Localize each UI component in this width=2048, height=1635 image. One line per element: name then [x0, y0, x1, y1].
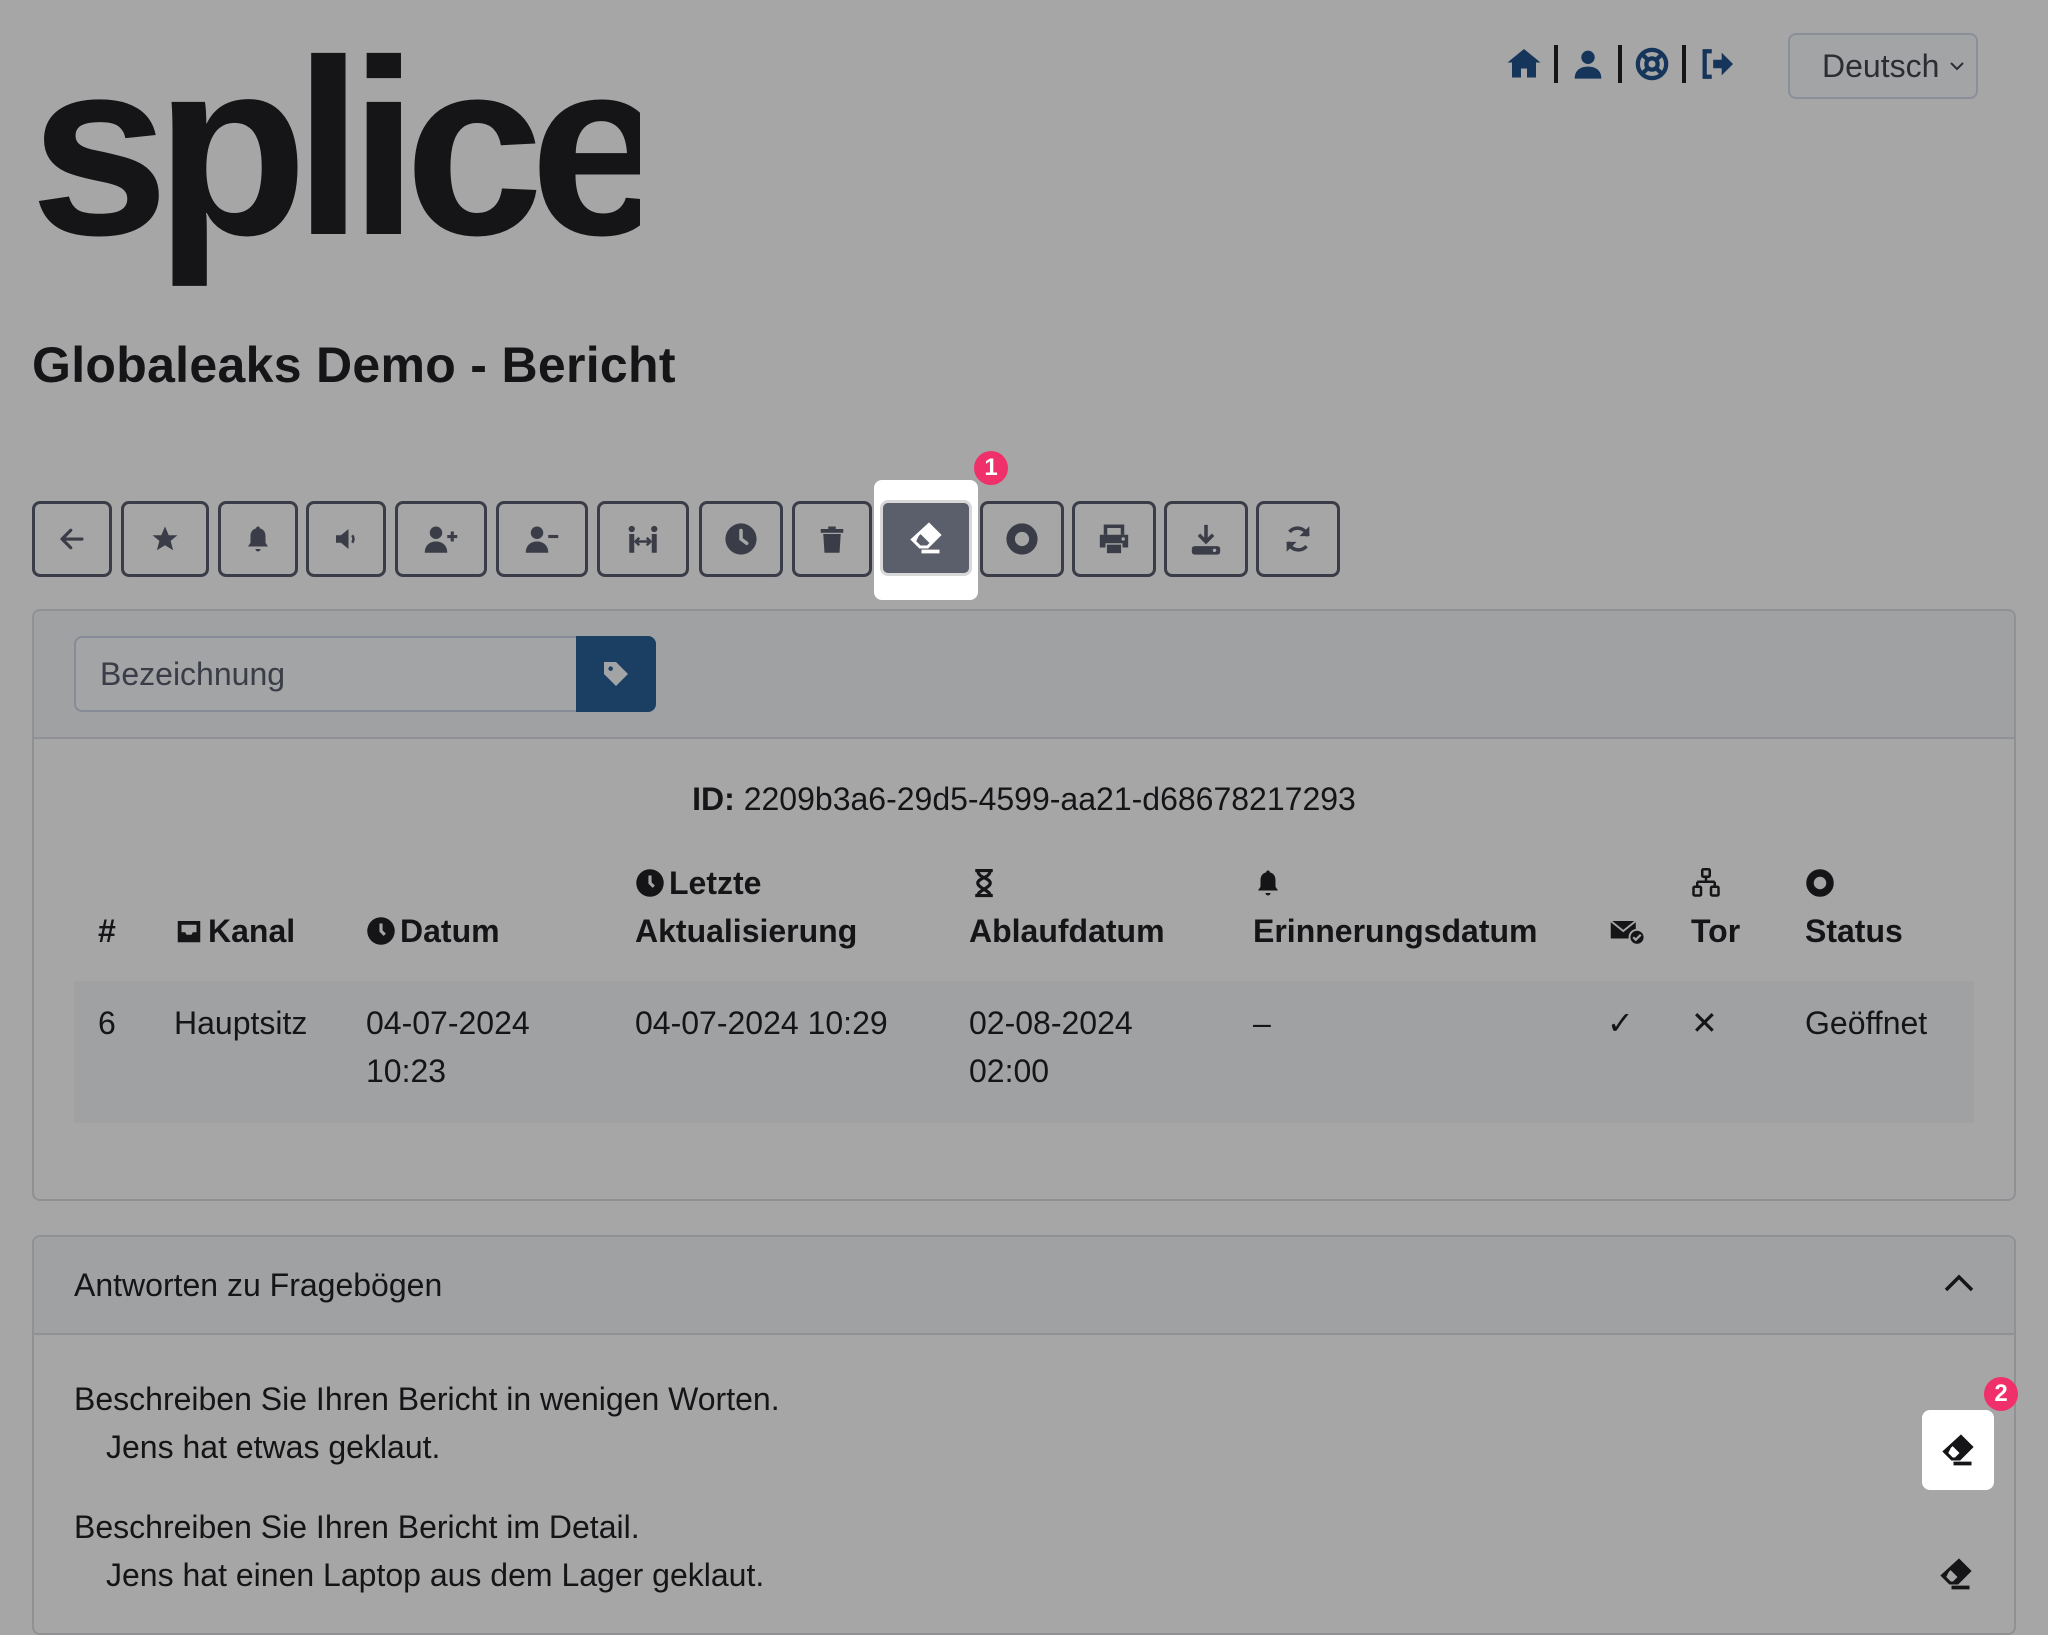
table-row: 6 Hauptsitz 04-07-2024 10:23 04-07-2024 … — [74, 981, 1974, 1123]
clock-icon — [725, 523, 757, 555]
delete-button[interactable] — [792, 501, 872, 577]
questionnaire-title: Antworten zu Fragebögen — [74, 1266, 443, 1303]
star-icon — [152, 526, 178, 551]
network-icon — [1692, 868, 1720, 897]
grant-access-button[interactable] — [395, 501, 487, 577]
mask-answer-button-2[interactable] — [1938, 1556, 1978, 1596]
print-icon — [1099, 524, 1129, 554]
transfer-button[interactable] — [597, 501, 689, 577]
mask-answer-button[interactable] — [1922, 1410, 1994, 1490]
eraser-icon — [910, 522, 942, 554]
column-reminder: Erinnerungsdatum — [1229, 859, 1583, 981]
reminder-button[interactable] — [218, 501, 298, 577]
page-title: Globaleaks Demo - Bericht — [32, 337, 676, 393]
cell-status: Geöffnet — [1781, 981, 1974, 1123]
splice-logo: splice — [30, 8, 675, 296]
eraser-icon — [1940, 1558, 1972, 1590]
label-input-placeholder: Bezeichnung — [100, 655, 286, 692]
status-button[interactable] — [980, 501, 1064, 577]
nav-separator — [1554, 45, 1558, 83]
circle-dot-icon — [1006, 523, 1038, 555]
top-navigation — [1504, 44, 1736, 84]
table-header-row: # Kanal Datum Letzte Aktualisierung Abla… — [74, 859, 1974, 981]
nav-separator — [1618, 45, 1622, 83]
report-metadata-table: # Kanal Datum Letzte Aktualisierung Abla… — [74, 859, 1974, 1123]
cell-date: 04-07-2024 10:23 — [342, 981, 611, 1123]
circle-dot-icon — [1806, 869, 1834, 897]
user-minus-icon — [525, 526, 559, 553]
report-id: ID: 2209b3a6-29d5-4599-aa21-d68678217293 — [34, 781, 2014, 818]
cell-expiry: 02-08-2024 02:00 — [945, 981, 1229, 1123]
logo-mark: splice — [30, 8, 675, 287]
questionnaire-card: Antworten zu Fragebögen Beschreiben Sie … — [32, 1235, 2016, 1635]
print-button[interactable] — [1072, 501, 1156, 577]
volume-icon — [336, 529, 355, 549]
apply-label-button[interactable] — [576, 636, 656, 712]
clock-icon — [636, 869, 664, 897]
column-status: Status — [1781, 859, 1974, 981]
back-button[interactable] — [32, 501, 112, 577]
report-id-label: ID: — [692, 781, 735, 817]
answer-item: Beschreiben Sie Ihren Bericht im Detail.… — [74, 1503, 764, 1599]
cell-reminder: – — [1229, 981, 1583, 1123]
revoke-access-button[interactable] — [496, 501, 588, 577]
silence-button[interactable] — [306, 501, 386, 577]
chevron-up-icon[interactable] — [1942, 1271, 1976, 1295]
reload-button[interactable] — [1256, 501, 1340, 577]
column-date: Datum — [342, 859, 611, 981]
label-input[interactable]: Bezeichnung — [74, 636, 576, 712]
inbox-icon — [177, 921, 201, 943]
bell-icon — [1258, 870, 1278, 896]
report-card: Bezeichnung ID: 2209b3a6-29d5-4599-aa21-… — [32, 609, 2016, 1201]
download-icon — [1191, 524, 1221, 555]
report-id-value: 2209b3a6-29d5-4599-aa21-d68678217293 — [743, 781, 1356, 817]
support-icon[interactable] — [1632, 44, 1672, 84]
column-tor: Tor — [1667, 859, 1781, 981]
user-plus-icon — [424, 526, 458, 553]
tag-icon — [604, 662, 628, 686]
answer-text: Jens hat einen Laptop aus dem Lager gekl… — [106, 1557, 765, 1593]
chevron-down-icon — [1950, 62, 1964, 71]
language-select[interactable]: Deutsch — [1788, 33, 1978, 99]
column-notified — [1583, 859, 1667, 981]
cell-channel: Hauptsitz — [150, 981, 342, 1123]
envelope-check-icon — [1610, 920, 1646, 946]
arrow-left-icon — [60, 528, 84, 550]
column-channel: Kanal — [150, 859, 342, 981]
logout-icon[interactable] — [1696, 44, 1736, 84]
answer-item: Beschreiben Sie Ihren Bericht in wenigen… — [74, 1375, 780, 1471]
user-icon[interactable] — [1568, 44, 1608, 84]
nav-separator — [1682, 45, 1686, 83]
step-badge-2: 2 — [1984, 1377, 2018, 1411]
people-arrows-icon — [628, 525, 658, 553]
svg-text:splice: splice — [30, 24, 640, 287]
refresh-icon — [1286, 526, 1310, 552]
questionnaire-header[interactable]: Antworten zu Fragebögen — [34, 1237, 2014, 1335]
question-text: Beschreiben Sie Ihren Bericht in wenigen… — [74, 1381, 780, 1417]
label-form: Bezeichnung — [34, 611, 2014, 739]
column-number: # — [98, 913, 116, 949]
column-expiry: Ablaufdatum — [945, 859, 1229, 981]
cell-number: 6 — [74, 981, 150, 1123]
bell-icon — [248, 526, 268, 552]
column-last-update: Letzte Aktualisierung — [635, 865, 858, 949]
postpone-button[interactable] — [699, 501, 783, 577]
eraser-icon — [1942, 1434, 1974, 1466]
step-badge-1: 1 — [974, 451, 1008, 485]
hourglass-icon — [975, 868, 993, 898]
answer-text: Jens hat etwas geklaut. — [106, 1429, 441, 1465]
language-selected: Deutsch — [1822, 47, 1940, 84]
cell-last-update: 04-07-2024 10:29 — [611, 981, 945, 1123]
cell-notified: ✓ — [1583, 981, 1667, 1123]
export-button[interactable] — [1164, 501, 1248, 577]
mask-button[interactable] — [880, 500, 972, 576]
cell-tor: ✕ — [1667, 981, 1781, 1123]
clock-icon — [367, 917, 395, 945]
important-button[interactable] — [121, 501, 209, 577]
question-text: Beschreiben Sie Ihren Bericht im Detail. — [74, 1509, 640, 1545]
home-icon[interactable] — [1504, 44, 1544, 84]
trash-icon — [820, 526, 844, 553]
